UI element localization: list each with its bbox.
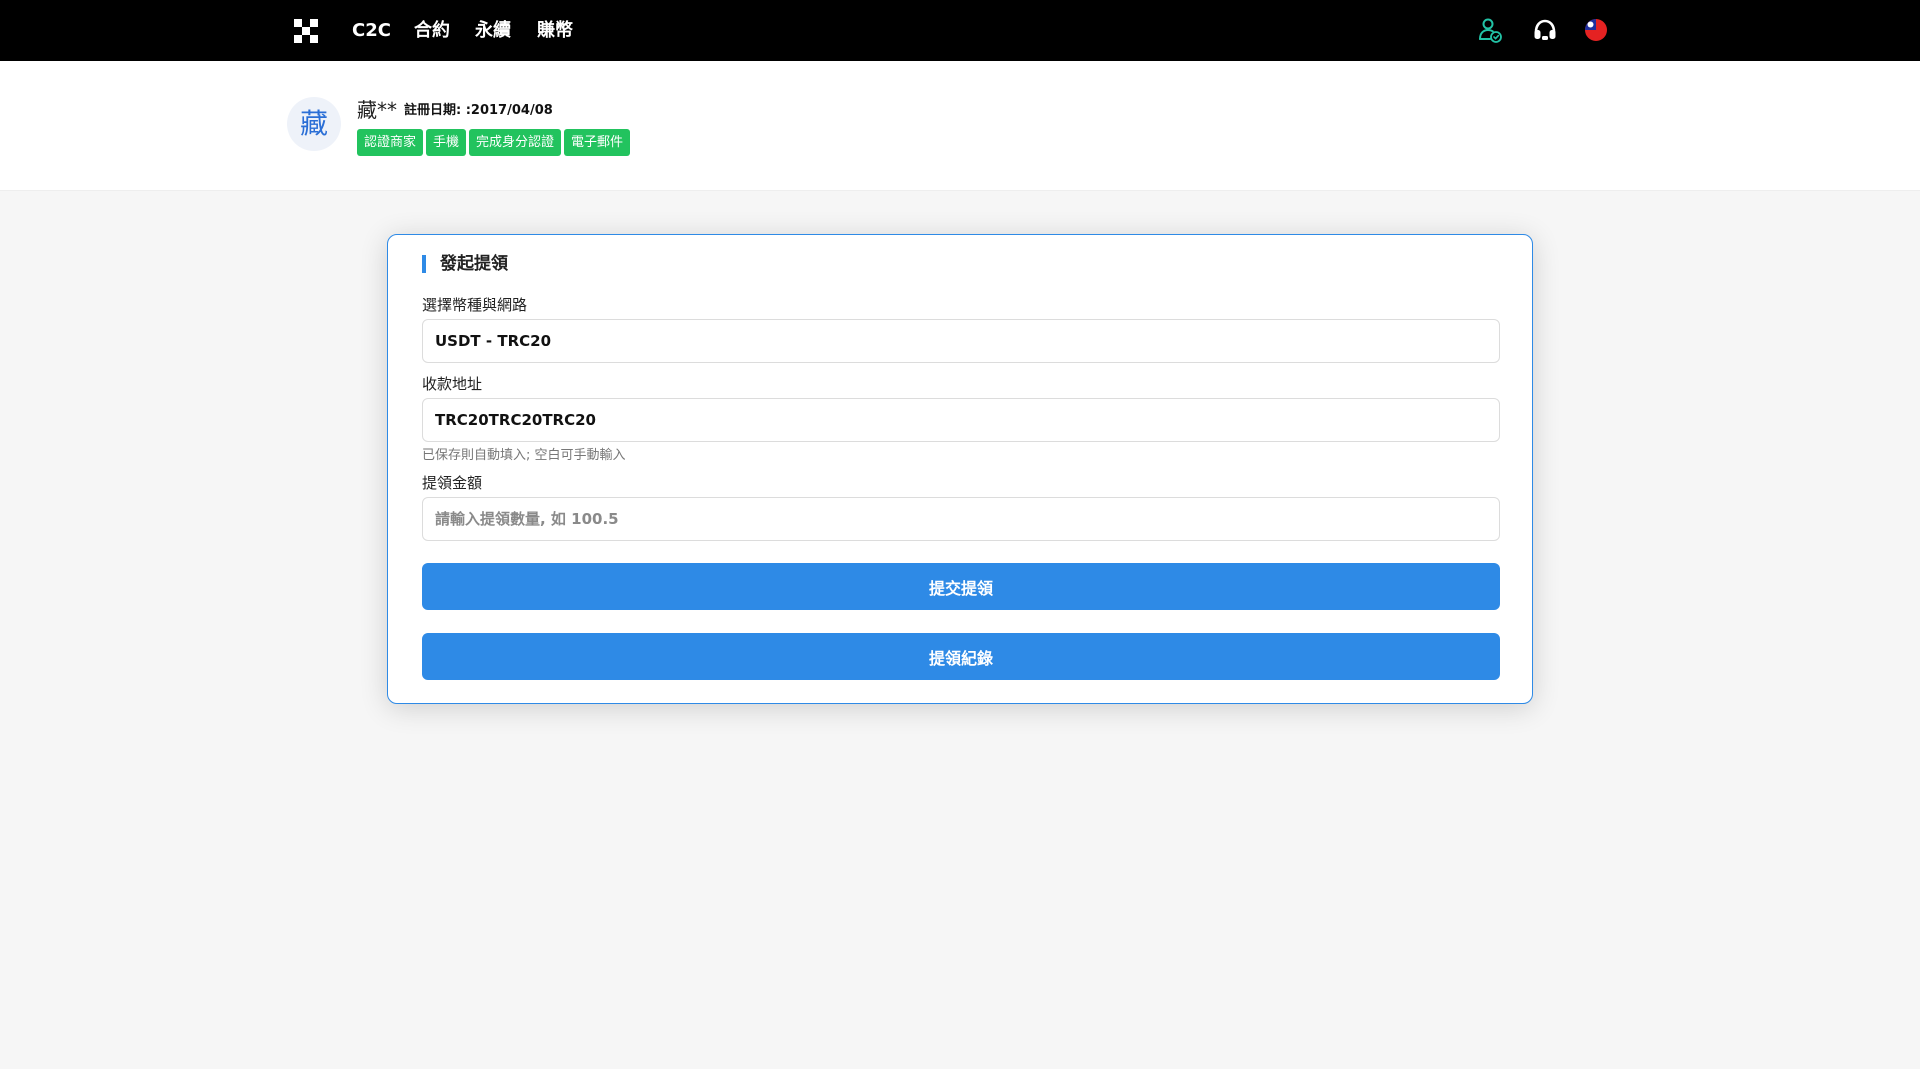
avatar: 藏 [287,97,341,151]
nav-item-perpetual[interactable]: 永續 [475,18,511,44]
coin-network-label: 選擇幣種與網路 [422,296,528,314]
withdraw-records-button[interactable]: 提領紀錄 [422,633,1500,680]
coin-network-select[interactable]: USDT - TRC20 [422,319,1500,363]
registration-date: 註冊日期: :2017/04/08 [404,103,553,118]
badge-identity-verified: 完成身分認證 [469,129,562,156]
nav-item-c2c[interactable]: C2C [352,18,391,44]
address-label: 收款地址 [422,375,483,393]
nav-item-earn[interactable]: 賺幣 [537,18,573,44]
flag-icon[interactable] [1582,16,1610,44]
withdraw-card: 發起提領 選擇幣種與網路 USDT - TRC20 收款地址 已保存則自動填入;… [387,234,1533,704]
brand-logo-icon[interactable] [294,19,318,43]
badge-email: 電子郵件 [564,129,631,156]
user-shield-icon[interactable] [1476,16,1504,44]
top-navbar: C2C 合約 永續 賺幣 [0,0,1920,61]
address-hint: 已保存則自動填入; 空白可手動輸入 [422,448,626,463]
badge-certified-merchant: 認證商家 [357,129,424,156]
address-input[interactable] [422,398,1500,442]
amount-label: 提領金額 [422,474,483,492]
card-title: 發起提領 [422,255,508,273]
submit-withdraw-button[interactable]: 提交提領 [422,563,1500,610]
badge-phone: 手機 [426,129,467,156]
verification-badges: 認證商家 手機 完成身分認證 電子郵件 [357,129,631,156]
username: 藏** [357,98,397,122]
headset-icon[interactable] [1531,16,1559,44]
amount-input[interactable] [422,497,1500,541]
nav-item-contract[interactable]: 合約 [414,18,450,44]
profile-header: 藏 藏** 註冊日期: :2017/04/08 認證商家 手機 完成身分認證 電… [0,61,1920,191]
